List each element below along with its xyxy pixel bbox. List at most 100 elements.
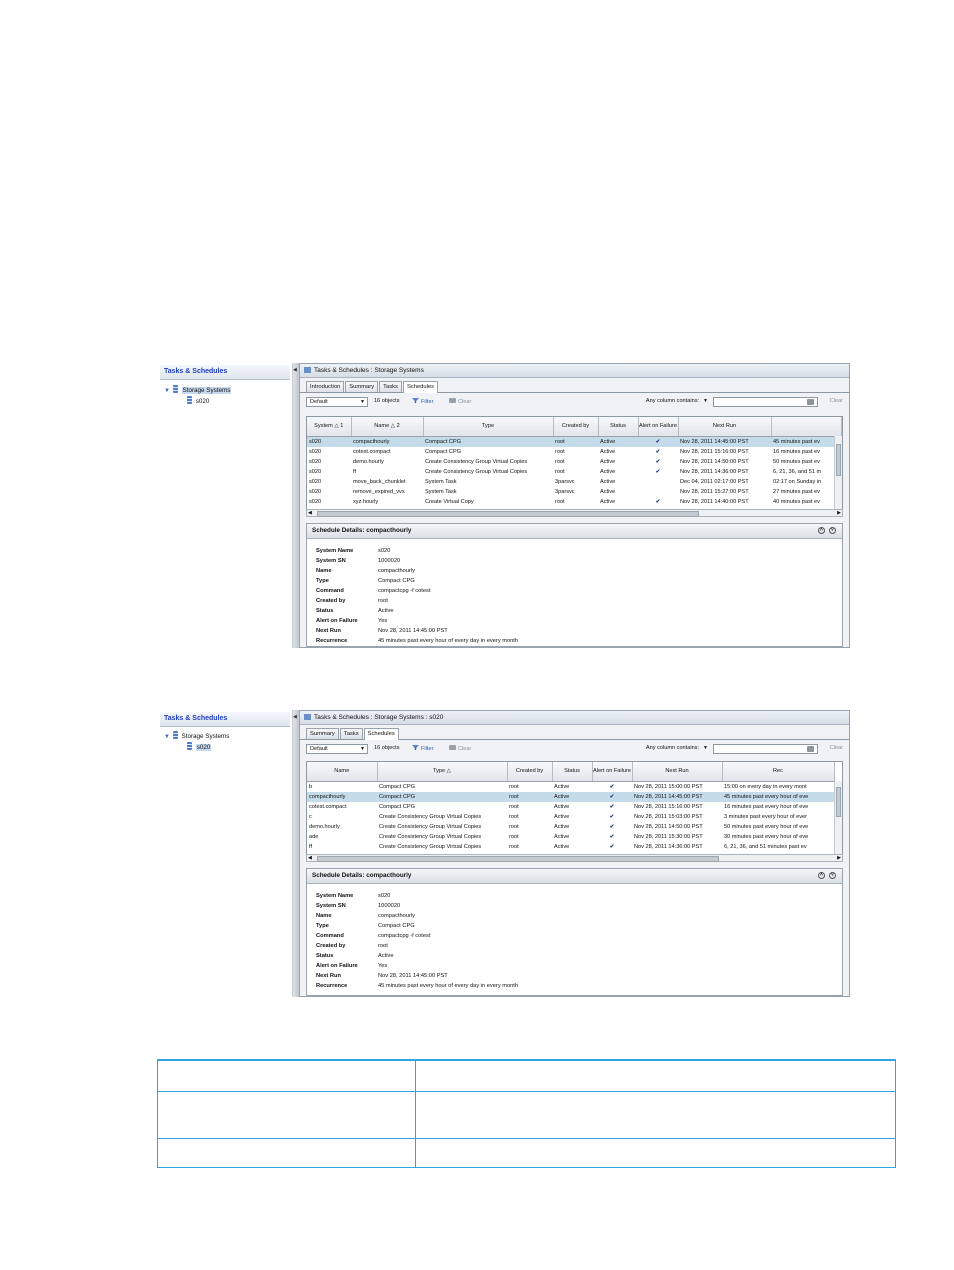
column-header-alert-on-failure[interactable]: Alert on Failure xyxy=(592,762,633,782)
horizontal-scrollbar[interactable]: ◀ ▶ xyxy=(306,854,843,862)
tab-schedules[interactable]: Schedules xyxy=(363,728,399,740)
table-row[interactable]: s020 ff Create Consistency Group Virtual C… xyxy=(307,467,841,477)
filter-button[interactable]: Filter xyxy=(412,398,433,405)
view-select[interactable]: Default ▼ xyxy=(306,397,368,407)
view-select[interactable]: Default ▼ xyxy=(306,744,368,754)
scroll-thumb[interactable] xyxy=(836,444,841,476)
search-input[interactable] xyxy=(713,744,818,754)
tree-expand-icon[interactable]: ▼ xyxy=(164,732,171,742)
column-header-created-by[interactable]: Created by xyxy=(553,417,599,437)
dropdown-arrow-icon[interactable]: ▼ xyxy=(703,745,708,751)
tree-item-storage-systems[interactable]: ▼ Storage Systems xyxy=(164,385,232,396)
column-header-type[interactable]: Type xyxy=(423,417,554,437)
table-row[interactable]: s020 remove_expired_vvs System Task 3parsvc… xyxy=(307,487,841,497)
table-cell xyxy=(157,1090,416,1139)
tree-item-s020[interactable]: s020 xyxy=(187,742,212,752)
clear-search-button[interactable]: Clear xyxy=(830,745,843,751)
tab-introduction[interactable]: Introduction xyxy=(306,381,345,392)
table-cell: s020 xyxy=(309,469,322,475)
any-column-dropdown[interactable]: Any column contains: ▼ xyxy=(646,398,708,404)
tree-item-storage-systems[interactable]: ▼ Storage Systems xyxy=(164,731,229,741)
schedule-details-panel: Schedule Details: compacthourly ˄ ˅ Syst… xyxy=(306,868,843,996)
table-cell: Create Consistency Group Virtual Copies xyxy=(425,469,528,475)
scroll-left-icon[interactable]: ◀ xyxy=(308,510,312,516)
column-header-system[interactable]: System △ 1 xyxy=(307,417,352,437)
column-header-recurrence[interactable] xyxy=(771,417,842,437)
collapse-arrow-icon[interactable]: ◀ xyxy=(293,714,297,720)
scroll-thumb[interactable] xyxy=(317,856,719,862)
tab-tasks[interactable]: Tasks xyxy=(339,728,363,739)
tree-item-s020[interactable]: s020 xyxy=(187,396,209,406)
collapse-up-icon[interactable]: ˄ xyxy=(818,527,825,534)
detail-row: Type Compact CPG xyxy=(316,576,518,586)
column-header-alert-on-failure[interactable]: Alert on Failure xyxy=(638,417,679,437)
scroll-left-icon[interactable]: ◀ xyxy=(308,855,312,861)
detail-label: Type xyxy=(316,578,329,584)
tab-schedules[interactable]: Schedules xyxy=(402,381,439,393)
clear-search-button[interactable]: Clear xyxy=(830,398,843,404)
table-cell: Nov 28, 2011 15:27:00 PST xyxy=(680,489,749,495)
clear-filter-button[interactable]: Clear xyxy=(449,745,471,752)
dropdown-arrow-icon[interactable]: ▼ xyxy=(360,398,365,407)
table-row[interactable]: c Create Consistency Group Virtual Copies… xyxy=(307,812,834,822)
table-row[interactable]: b Compact CPG root Active ✔ Nov 28, 2011 15:0… xyxy=(307,782,834,793)
table-cell xyxy=(638,487,678,497)
search-icon[interactable] xyxy=(807,746,814,752)
scroll-right-icon[interactable]: ▶ xyxy=(837,855,841,861)
column-header-name[interactable]: Name xyxy=(307,762,378,782)
table-cell: root xyxy=(509,804,519,810)
search-input[interactable] xyxy=(713,397,818,407)
tab-summary[interactable]: Summary xyxy=(345,381,379,392)
column-header-name[interactable]: Name △ 2 xyxy=(351,417,424,437)
column-header-status[interactable]: Status xyxy=(552,762,593,782)
table-cell: root xyxy=(509,824,519,830)
table-row[interactable]: ff Create Consistency Group Virtual Copie… xyxy=(307,842,834,852)
column-header-next-run[interactable]: Next Run xyxy=(632,762,723,782)
detail-row: Command compactcpg -f cotest xyxy=(316,586,518,596)
horizontal-scrollbar[interactable]: ◀ ▶ xyxy=(306,509,843,517)
search-icon[interactable] xyxy=(807,399,814,405)
column-header-type[interactable]: Type △ xyxy=(377,762,508,782)
table-row[interactable]: compacthourly Compact CPG root Active ✔ Nov 2… xyxy=(307,792,834,802)
tab-summary[interactable]: Summary xyxy=(306,728,339,739)
table-row[interactable]: demo.hourly Create Consistency Group Virt… xyxy=(307,822,834,832)
table-cell: ✔ xyxy=(609,834,615,840)
table-cell: 3 minutes past every hour of ever xyxy=(724,814,808,820)
details-list: System Name s020 System SN 1000020 Name compa… xyxy=(316,891,518,991)
table-row xyxy=(157,1090,897,1139)
collapse-up-icon[interactable]: ˄ xyxy=(818,872,825,879)
vertical-scrollbar[interactable] xyxy=(834,781,842,854)
column-header-created-by[interactable]: Created by xyxy=(507,762,553,782)
tab-tasks[interactable]: Tasks xyxy=(379,381,402,392)
expand-down-icon[interactable]: ˅ xyxy=(829,872,836,879)
table-cell: Active xyxy=(598,436,638,447)
table-row[interactable]: cotest.compact Compact CPG root Active ✔ Nov … xyxy=(307,802,834,812)
table-row[interactable]: s020 move_back_chunklet System Task 3parsvc… xyxy=(307,477,841,487)
scroll-right-icon[interactable]: ▶ xyxy=(837,510,841,516)
table-row[interactable]: s020 cotest.compact Compact CPG root Active ✔… xyxy=(307,447,841,457)
collapse-arrow-icon[interactable]: ◀ xyxy=(293,367,297,373)
filter-button[interactable]: Filter xyxy=(412,745,433,752)
table-cell: 50 minutes past ev xyxy=(773,459,820,465)
table-cell: root xyxy=(509,844,519,850)
table-row[interactable]: s020 xyz.hourly Create Virtual Copy root Act… xyxy=(307,497,841,507)
table-cell: ✔ xyxy=(655,459,661,465)
table-row[interactable]: s020 compacthourly Compact CPG root Active ✔ N… xyxy=(307,436,841,447)
scroll-thumb[interactable] xyxy=(836,787,841,817)
table-cell: 16 minutes past every hour of eve xyxy=(724,804,809,810)
dropdown-arrow-icon[interactable]: ▼ xyxy=(703,398,708,404)
table-row[interactable]: ade Create Consistency Group Virtual Copi… xyxy=(307,832,834,842)
column-header-status[interactable]: Status xyxy=(598,417,639,437)
detail-value: s020 xyxy=(378,548,391,554)
vertical-scrollbar[interactable] xyxy=(834,436,842,509)
expand-down-icon[interactable]: ˅ xyxy=(829,527,836,534)
column-header-next-run[interactable]: Next Run xyxy=(678,417,772,437)
scroll-thumb[interactable] xyxy=(317,511,699,517)
clear-filter-button[interactable]: Clear xyxy=(449,398,471,405)
dropdown-arrow-icon[interactable]: ▼ xyxy=(360,745,365,754)
column-header-recurrence[interactable]: Rec xyxy=(722,762,835,782)
table-cell: Compact CPG xyxy=(379,804,416,810)
table-row[interactable]: s020 demo.hourly Create Consistency Group … xyxy=(307,457,841,467)
tree-expand-icon[interactable]: ▼ xyxy=(164,386,171,396)
any-column-dropdown[interactable]: Any column contains: ▼ xyxy=(646,745,708,751)
